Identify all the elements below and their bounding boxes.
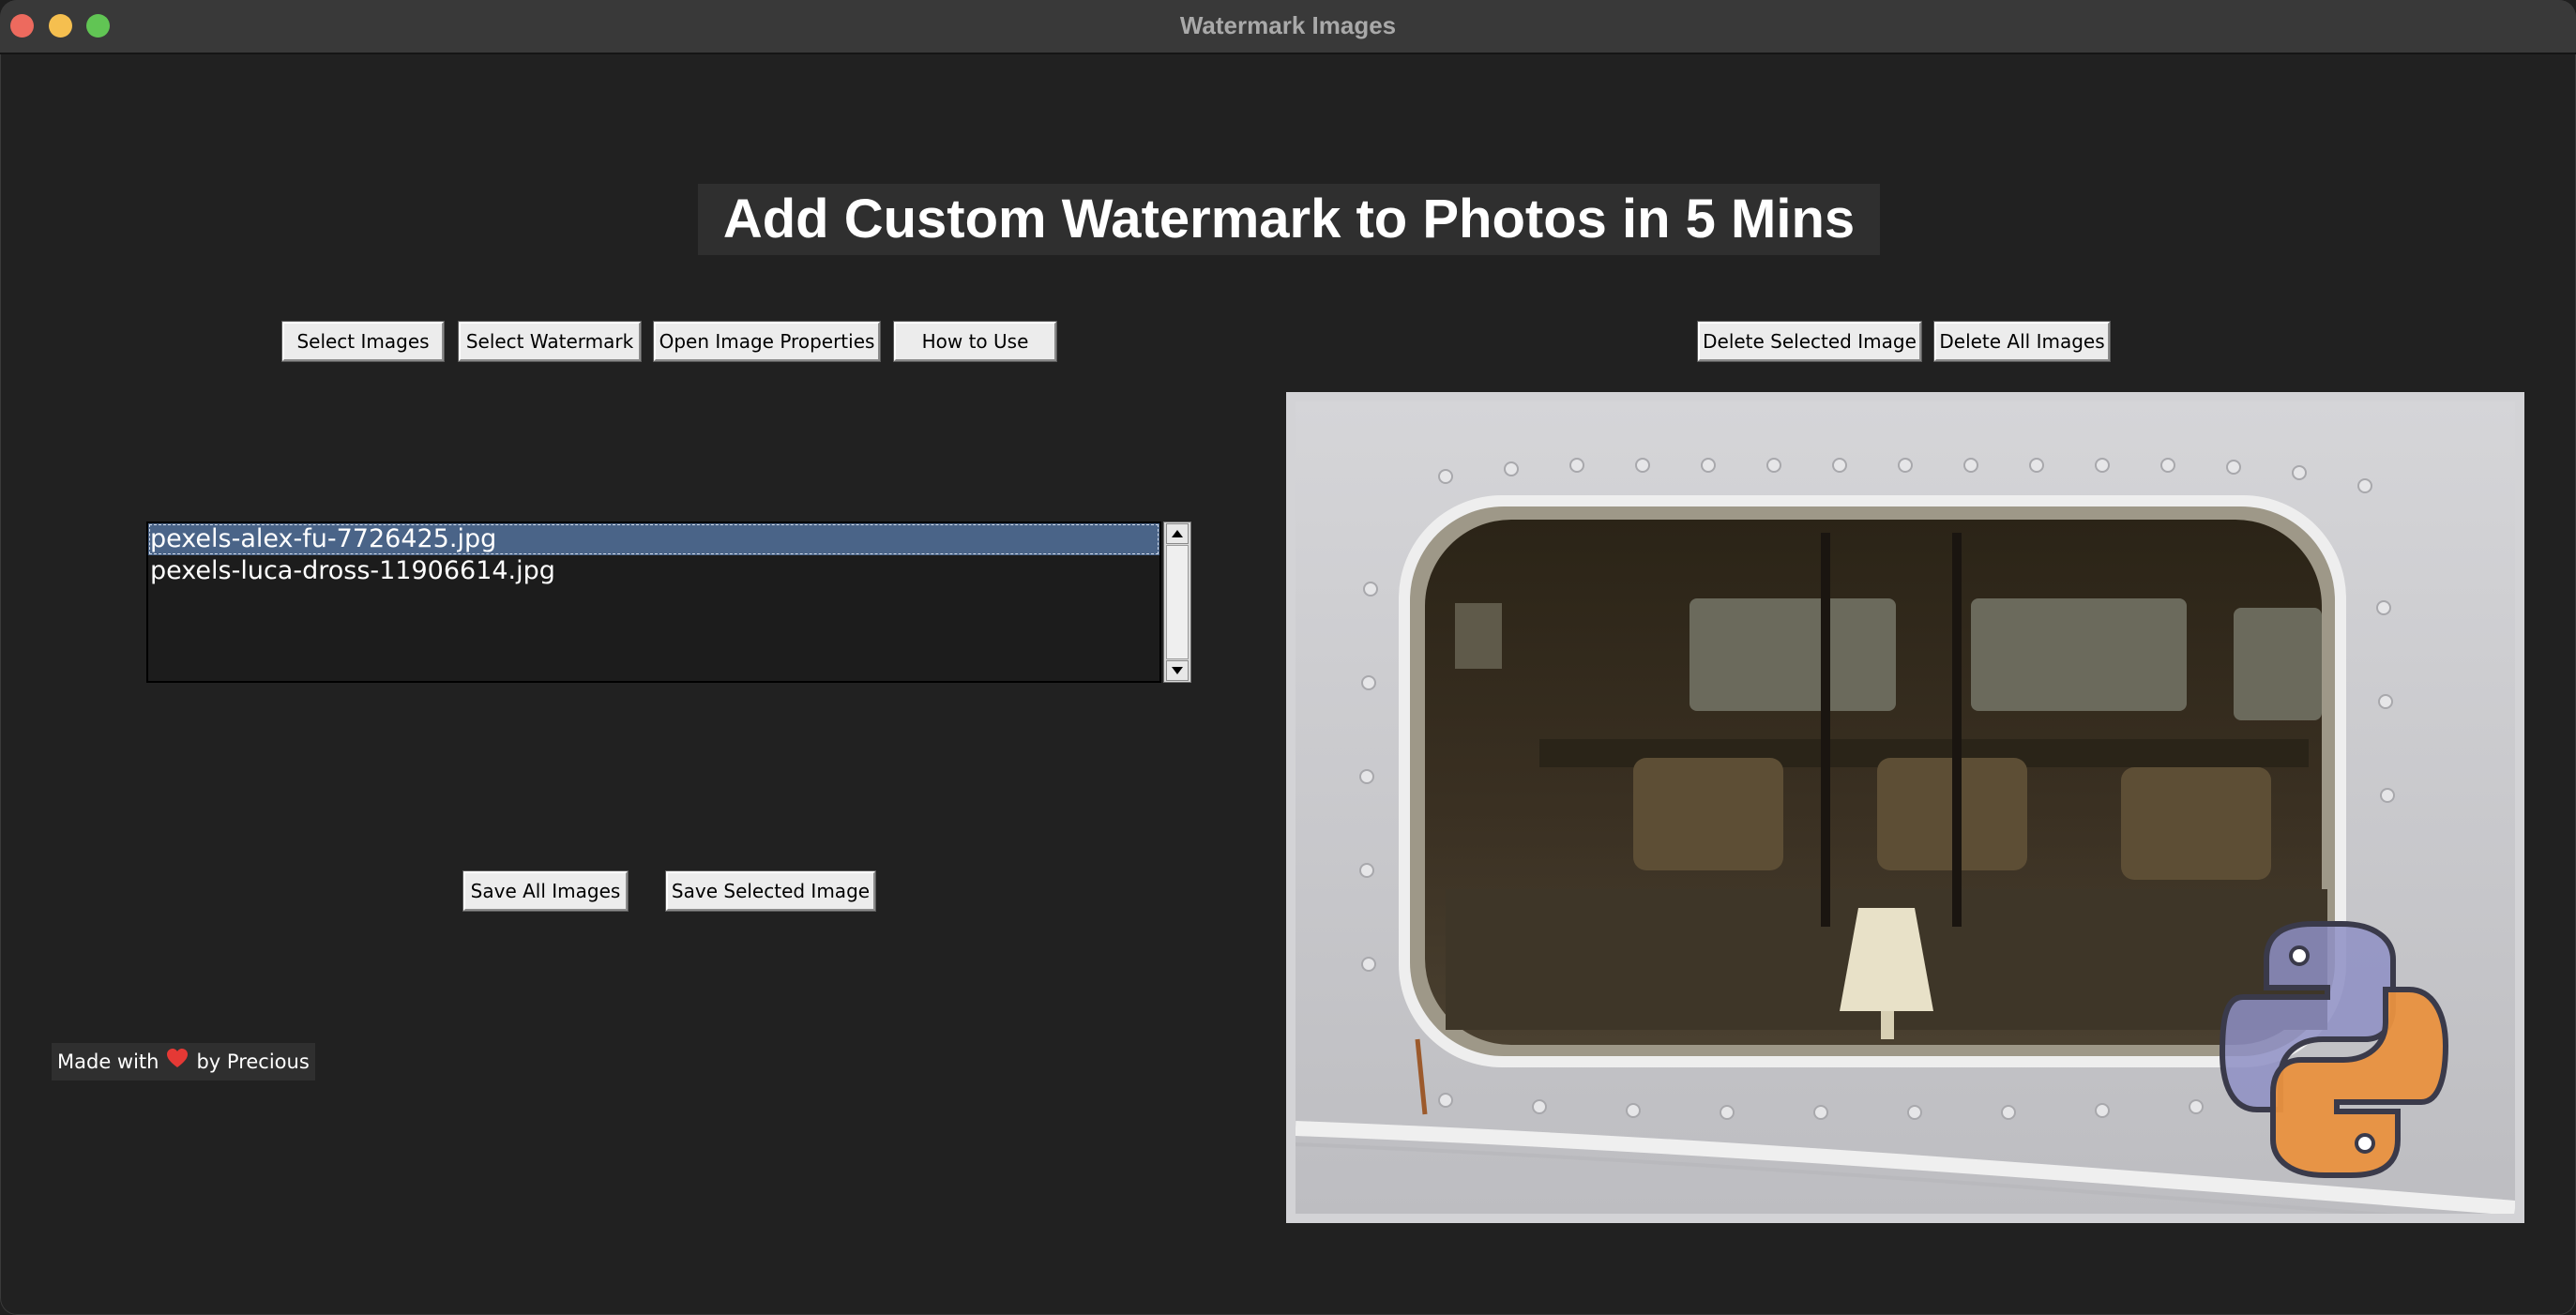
window-title: Watermark Images: [1179, 11, 1397, 39]
scroll-down-arrow-icon[interactable]: [1166, 660, 1189, 681]
credit-suffix: by Precious: [196, 1050, 310, 1073]
app-window: Watermark Images Add Custom Watermark to…: [0, 0, 2576, 1315]
image-preview-frame: [1286, 392, 2524, 1223]
list-scrollbar[interactable]: [1163, 521, 1191, 683]
page-title: Add Custom Watermark to Photos in 5 Mins: [698, 184, 1880, 255]
credit-prefix: Made with: [57, 1050, 159, 1073]
list-item[interactable]: pexels-alex-fu-7726425.jpg: [148, 523, 1159, 555]
save-selected-image-button[interactable]: Save Selected Image: [665, 870, 876, 912]
heart-icon: [166, 1043, 189, 1081]
open-image-properties-button[interactable]: Open Image Properties: [653, 321, 881, 362]
list-item[interactable]: pexels-luca-dross-11906614.jpg: [148, 555, 1159, 587]
select-watermark-button[interactable]: Select Watermark: [458, 321, 642, 362]
scroll-thumb[interactable]: [1166, 545, 1189, 659]
image-file-list[interactable]: pexels-alex-fu-7726425.jpg pexels-luca-d…: [146, 521, 1161, 683]
delete-all-images-button[interactable]: Delete All Images: [1933, 321, 2111, 362]
ship-window-photo: [1296, 401, 2515, 1214]
credit-label: Made with by Precious: [52, 1043, 315, 1081]
select-images-button[interactable]: Select Images: [281, 321, 445, 362]
delete-selected-image-button[interactable]: Delete Selected Image: [1697, 321, 1922, 362]
how-to-use-button[interactable]: How to Use: [893, 321, 1057, 362]
title-bar: Watermark Images: [0, 0, 2576, 54]
image-preview: [1296, 401, 2515, 1214]
scroll-up-arrow-icon[interactable]: [1166, 523, 1189, 544]
save-all-images-button[interactable]: Save All Images: [462, 870, 629, 912]
